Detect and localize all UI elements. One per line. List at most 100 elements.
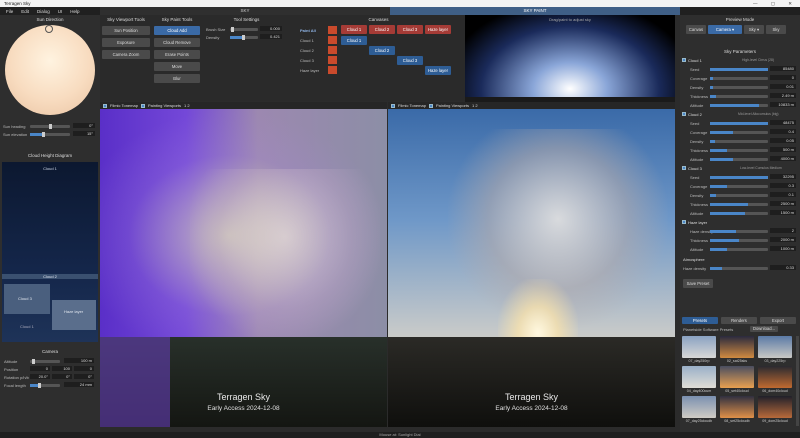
canvas-cloud-2-active[interactable]: Cloud 2 (369, 46, 395, 55)
sky-preview-strip[interactable]: Drag/paint to adjust sky (465, 15, 675, 97)
density-field[interactable]: 0.421 (260, 34, 282, 39)
erase-points-button[interactable]: Erase Points (154, 50, 200, 59)
move-button[interactable]: Move (154, 62, 200, 71)
haze-layer-toggle[interactable] (328, 66, 337, 74)
cloud-remove-button[interactable]: Cloud Remove (154, 38, 200, 47)
sun-elevation-field[interactable]: 15° (73, 131, 95, 136)
left-painting-checkbox[interactable] (140, 103, 145, 108)
canvas-cloud-3-active[interactable]: Cloud 3 (397, 56, 423, 65)
rotation-h-field[interactable]: 0° (52, 374, 72, 379)
haze-density-slider[interactable] (710, 230, 768, 233)
cloud-3-seed-field[interactable]: 32295 (770, 174, 796, 179)
cloud-1-density-slider[interactable] (710, 86, 768, 89)
left-viewport-numbers[interactable]: 1 2 (184, 103, 190, 108)
haze-layer-checkbox[interactable] (682, 220, 686, 224)
cloud-2-density-slider[interactable] (710, 140, 768, 143)
right-viewport[interactable]: Terragen Sky Early Access 2024-12-08 (388, 109, 675, 427)
preset-thumb-8[interactable]: 08_set25cloudb (720, 396, 754, 423)
cloud-add-button[interactable]: Cloud Add (154, 26, 200, 35)
atmosphere-haze-field[interactable]: 0.33 (770, 265, 796, 270)
cloud-1-toggle[interactable] (328, 36, 337, 44)
haze-altitude-field[interactable]: 1000 m (770, 246, 796, 251)
cloud-1-altitude-slider[interactable] (710, 104, 768, 107)
cloud-2-altitude-field[interactable]: 4000 m (770, 156, 796, 161)
cloud-1-density-field[interactable]: 0.01 (770, 84, 796, 89)
cloud-3-altitude-slider[interactable] (710, 212, 768, 215)
export-tab[interactable]: Export (760, 317, 796, 324)
position-y-field[interactable]: 100 (52, 366, 72, 371)
menu-dialog[interactable]: Dialog (33, 9, 54, 14)
tab-sky-paint[interactable]: SKY PAINT (390, 7, 680, 15)
canvas-cloud-2-cell[interactable]: Cloud 2 (369, 25, 395, 34)
sky-mode-dropdown[interactable]: Sky ▾ (744, 25, 764, 34)
altitude-slider[interactable] (30, 359, 60, 364)
cloud-3-coverage-slider[interactable] (710, 185, 768, 188)
canvas-mode-button[interactable]: Canvas (686, 25, 706, 34)
save-preset-button[interactable]: Save Preset (683, 279, 713, 288)
cloud-3-density-field[interactable]: 0.1 (770, 192, 796, 197)
presets-scrollbar[interactable] (796, 336, 799, 426)
haze-thickness-field[interactable]: 2000 m (770, 237, 796, 242)
cloud-3-thickness-slider[interactable] (710, 203, 768, 206)
preset-thumb-9[interactable]: 09_dom25cloud (758, 396, 792, 423)
sun-position-button[interactable]: Sun Position (102, 26, 150, 35)
sun-direction-dial[interactable] (5, 25, 95, 115)
cloud-2-seed-field[interactable]: 48475 (770, 120, 796, 125)
cloud-2-thickness-slider[interactable] (710, 149, 768, 152)
haze-layer-box[interactable]: Haze layer (52, 300, 96, 330)
cloud-2-seed-slider[interactable] (710, 122, 768, 125)
download-button[interactable]: Download... (750, 326, 778, 332)
sun-position-marker[interactable] (45, 25, 53, 33)
haze-altitude-slider[interactable] (710, 248, 768, 251)
renders-tab[interactable]: Renders (721, 317, 757, 324)
menu-ui[interactable]: UI (54, 9, 67, 14)
preset-thumb-7[interactable]: 07_day25cloudb (682, 396, 716, 423)
paint-all-toggle[interactable] (328, 26, 337, 34)
menu-edit[interactable]: Edit (17, 9, 33, 14)
preset-thumb-1[interactable]: 07_day250rp (682, 336, 716, 363)
rotation-p-field[interactable]: 20.0° (30, 374, 50, 379)
position-x-field[interactable]: 0 (30, 366, 50, 371)
cloud-3-density-slider[interactable] (710, 194, 768, 197)
cloud-2-altitude-slider[interactable] (710, 158, 768, 161)
sun-heading-field[interactable]: 0° (73, 123, 95, 128)
preset-thumb-2[interactable]: 02_sat25sks (720, 336, 754, 363)
focal-length-slider[interactable] (30, 383, 60, 388)
position-z-field[interactable]: 0 (74, 366, 94, 371)
haze-thickness-slider[interactable] (710, 239, 768, 242)
cloud-1-altitude-field[interactable]: 10833 m (770, 102, 796, 107)
cloud-3-coverage-field[interactable]: 0.3 (770, 183, 796, 188)
cloud-3-altitude-field[interactable]: 1500 m (770, 210, 796, 215)
sky-mode-button[interactable]: Sky (766, 25, 786, 34)
cloud-1-thickness-field[interactable]: 2.49 m (770, 93, 796, 98)
camera-zoom-button[interactable]: Camera Zoom (102, 50, 150, 59)
blur-button[interactable]: Blur (154, 74, 200, 83)
cloud-3-seed-slider[interactable] (710, 176, 768, 179)
right-painting-checkbox[interactable] (428, 103, 433, 108)
cloud-1-seed-field[interactable]: 85480 (770, 66, 796, 71)
cloud-1-coverage-field[interactable]: 0 (770, 75, 796, 80)
tab-sky[interactable]: SKY (100, 7, 390, 15)
altitude-field[interactable]: 100 m (64, 358, 94, 363)
canvas-haze-layer-active[interactable]: Haze layer (425, 66, 451, 75)
preset-thumb-4[interactable]: 04_day400cum (682, 366, 716, 393)
window-controls[interactable]: — ▢ ✕ (753, 0, 798, 7)
cloud-3-box[interactable]: Cloud 3 (4, 284, 50, 314)
cloud-2-coverage-slider[interactable] (710, 131, 768, 134)
canvas-cloud-1-active[interactable]: Cloud 1 (341, 36, 367, 45)
preset-thumb-6[interactable]: 06_dom40cloud (758, 366, 792, 393)
brush-size-field[interactable]: 0.000 (260, 26, 282, 31)
sun-heading-slider[interactable] (30, 124, 70, 129)
preset-thumb-3[interactable]: 03_day225rp (758, 336, 792, 363)
cloud-3-checkbox[interactable] (682, 166, 686, 170)
haze-density-field[interactable]: 2 (770, 228, 796, 233)
cloud-3-toggle[interactable] (328, 56, 337, 64)
density-slider[interactable] (230, 35, 258, 40)
exposure-button[interactable]: Exposure (102, 38, 150, 47)
canvas-haze-layer-cell[interactable]: Haze layer (425, 25, 451, 34)
cloud-1-thickness-slider[interactable] (710, 95, 768, 98)
presets-tab[interactable]: Presets (682, 317, 718, 324)
cloud-3-thickness-field[interactable]: 2500 m (770, 201, 796, 206)
cloud-2-checkbox[interactable] (682, 112, 686, 116)
cloud-2-density-field[interactable]: 0.05 (770, 138, 796, 143)
